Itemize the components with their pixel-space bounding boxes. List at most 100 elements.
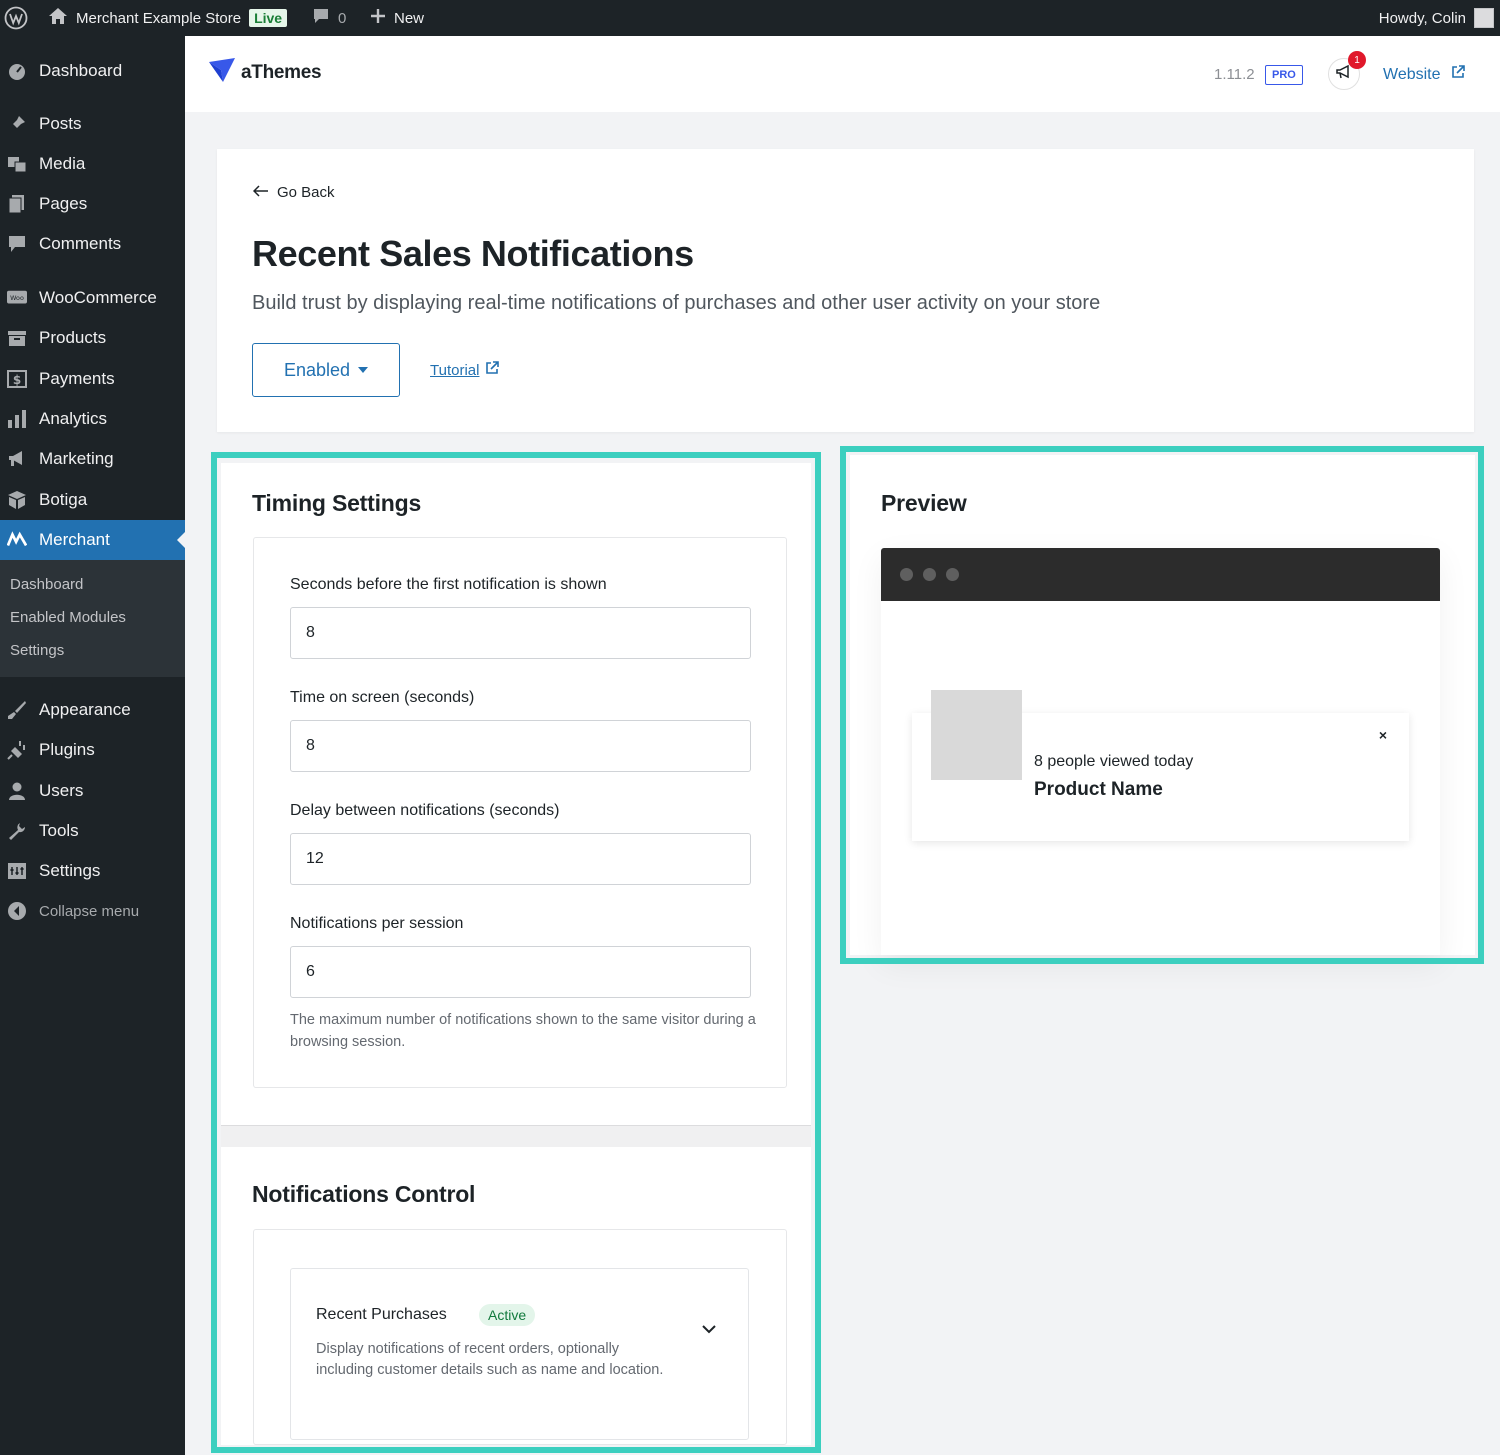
- website-link[interactable]: Website: [1383, 65, 1465, 84]
- wordpress-logo-icon[interactable]: [4, 0, 30, 36]
- plug-icon: [7, 740, 27, 760]
- sidebar-item-label: Comments: [39, 234, 122, 253]
- sidebar-item-label: Appearance: [39, 700, 131, 719]
- sidebar-item-label: Posts: [39, 114, 82, 133]
- merchant-icon: [7, 530, 27, 550]
- sidebar-item-label: Payments: [39, 369, 115, 388]
- sidebar-item-label: Pages: [39, 194, 88, 213]
- go-back-label: Go Back: [277, 184, 335, 201]
- comments-count: 0: [338, 9, 347, 27]
- arrow-left-icon: [252, 184, 269, 201]
- page-description: Build trust by displaying real-time noti…: [252, 292, 1101, 314]
- home-icon: [48, 7, 68, 29]
- site-name-label: Merchant Example Store: [76, 9, 242, 27]
- svg-text:Woo: Woo: [10, 295, 24, 302]
- product-name: Product Name: [1034, 779, 1163, 800]
- admin-sidebar: Dashboard Posts Media Pages Comments Woo…: [0, 36, 185, 1455]
- submenu-item-enabled-modules[interactable]: Enabled Modules: [10, 609, 126, 626]
- notifications-control-card: Notifications Control Recent Purchases A…: [221, 1147, 811, 1445]
- sidebar-item-label: Users: [39, 781, 84, 800]
- sidebar-item-marketing[interactable]: Marketing: [0, 439, 185, 479]
- sidebar-item-label: Settings: [39, 861, 101, 880]
- sidebar-item-woocommerce[interactable]: Woo WooCommerce: [0, 278, 185, 318]
- megaphone-icon: [1336, 64, 1352, 85]
- comments-link[interactable]: 0: [312, 0, 346, 36]
- notification-popup: 8 people viewed today Product Name ×: [912, 690, 1409, 841]
- brand-name: aThemes: [241, 62, 322, 83]
- browser-toolbar: [881, 548, 1440, 601]
- archive-icon: [7, 328, 27, 348]
- chevron-down-icon[interactable]: [701, 1321, 717, 1339]
- recent-purchases-title: Recent Purchases: [316, 1306, 447, 1323]
- sidebar-item-label: Dashboard: [39, 61, 123, 80]
- notification-count-badge: 1: [1348, 51, 1366, 69]
- window-dot-icon: [900, 568, 913, 581]
- sidebar-item-users[interactable]: Users: [0, 771, 185, 811]
- sidebar-item-media[interactable]: Media: [0, 144, 185, 184]
- media-icon: [7, 154, 27, 174]
- dashboard-icon: [7, 61, 27, 81]
- paper-plane-icon: [209, 58, 235, 88]
- preview-title: Preview: [881, 490, 967, 516]
- collapse-arrow-icon: [7, 901, 27, 921]
- sidebar-item-payments[interactable]: $ Payments: [0, 359, 185, 399]
- plugin-version: 1.11.2: [1214, 66, 1255, 83]
- settings-icon: [7, 861, 27, 881]
- new-content-link[interactable]: New: [370, 0, 424, 36]
- site-name-link[interactable]: Merchant Example Store Live: [48, 0, 288, 36]
- module-status-dropdown[interactable]: Enabled: [252, 343, 400, 397]
- pro-badge: PRO: [1265, 65, 1303, 85]
- delay-between-label: Delay between notifications (seconds): [290, 802, 560, 819]
- external-link-icon: [1451, 65, 1465, 84]
- collapse-menu-label: Collapse menu: [39, 902, 140, 920]
- sidebar-item-label: Analytics: [39, 409, 108, 428]
- product-image-placeholder: [931, 690, 1022, 780]
- time-on-screen-label: Time on screen (seconds): [290, 689, 475, 706]
- sidebar-item-settings[interactable]: Settings: [0, 851, 185, 891]
- sidebar-item-label: Plugins: [39, 740, 95, 759]
- sidebar-item-dashboard[interactable]: Dashboard: [0, 51, 185, 91]
- first-notification-delay-input[interactable]: [290, 607, 751, 659]
- notifications-per-session-input[interactable]: [290, 946, 751, 998]
- admin-bar: Merchant Example Store Live 0 New Howdy,…: [0, 0, 1500, 36]
- sidebar-item-products[interactable]: Products: [0, 318, 185, 358]
- sidebar-item-comments[interactable]: Comments: [0, 224, 185, 264]
- section-divider: [221, 1125, 811, 1147]
- close-icon[interactable]: ×: [1375, 727, 1391, 743]
- sidebar-item-tools[interactable]: Tools: [0, 811, 185, 851]
- howdy-label: Howdy, Colin: [1378, 9, 1466, 27]
- megaphone-icon: [7, 449, 27, 469]
- sidebar-item-analytics[interactable]: Analytics: [0, 399, 185, 439]
- status-badge: Active: [479, 1304, 536, 1326]
- module-header-card: Go Back Recent Sales Notifications Build…: [217, 149, 1474, 432]
- caret-down-icon: [358, 367, 369, 373]
- sidebar-item-posts[interactable]: Posts: [0, 104, 185, 144]
- time-on-screen-input[interactable]: [290, 720, 751, 772]
- sidebar-item-pages[interactable]: Pages: [0, 184, 185, 224]
- collapse-menu-button[interactable]: Collapse menu: [0, 891, 185, 931]
- pages-icon: [7, 194, 27, 214]
- notifications-per-session-help: The maximum number of notifications show…: [290, 1012, 756, 1050]
- window-dot-icon: [946, 568, 959, 581]
- sidebar-item-label: Marketing: [39, 449, 114, 468]
- user-icon: [7, 781, 27, 801]
- delay-between-input[interactable]: [290, 833, 751, 885]
- browser-mockup: 8 people viewed today Product Name ×: [881, 548, 1440, 955]
- avatar: [1474, 8, 1494, 28]
- account-menu[interactable]: Howdy, Colin: [1379, 0, 1494, 36]
- recent-purchases-item[interactable]: Recent Purchases Active Display notifica…: [290, 1268, 749, 1440]
- sidebar-item-merchant[interactable]: Merchant: [0, 520, 185, 560]
- notifications-control-title: Notifications Control: [252, 1181, 476, 1207]
- box-icon: [7, 490, 27, 510]
- submenu-item-settings[interactable]: Settings: [10, 642, 64, 659]
- submenu-item-dashboard[interactable]: Dashboard: [10, 576, 83, 593]
- sidebar-item-appearance[interactable]: Appearance: [0, 690, 185, 730]
- window-dot-icon: [923, 568, 936, 581]
- new-label: New: [394, 9, 425, 27]
- go-back-link[interactable]: Go Back: [252, 184, 335, 201]
- sidebar-item-plugins[interactable]: Plugins: [0, 730, 185, 770]
- sidebar-item-botiga[interactable]: Botiga: [0, 480, 185, 520]
- sidebar-item-label: Tools: [39, 821, 79, 840]
- tutorial-label: Tutorial: [430, 361, 480, 379]
- tutorial-link[interactable]: Tutorial: [430, 361, 500, 379]
